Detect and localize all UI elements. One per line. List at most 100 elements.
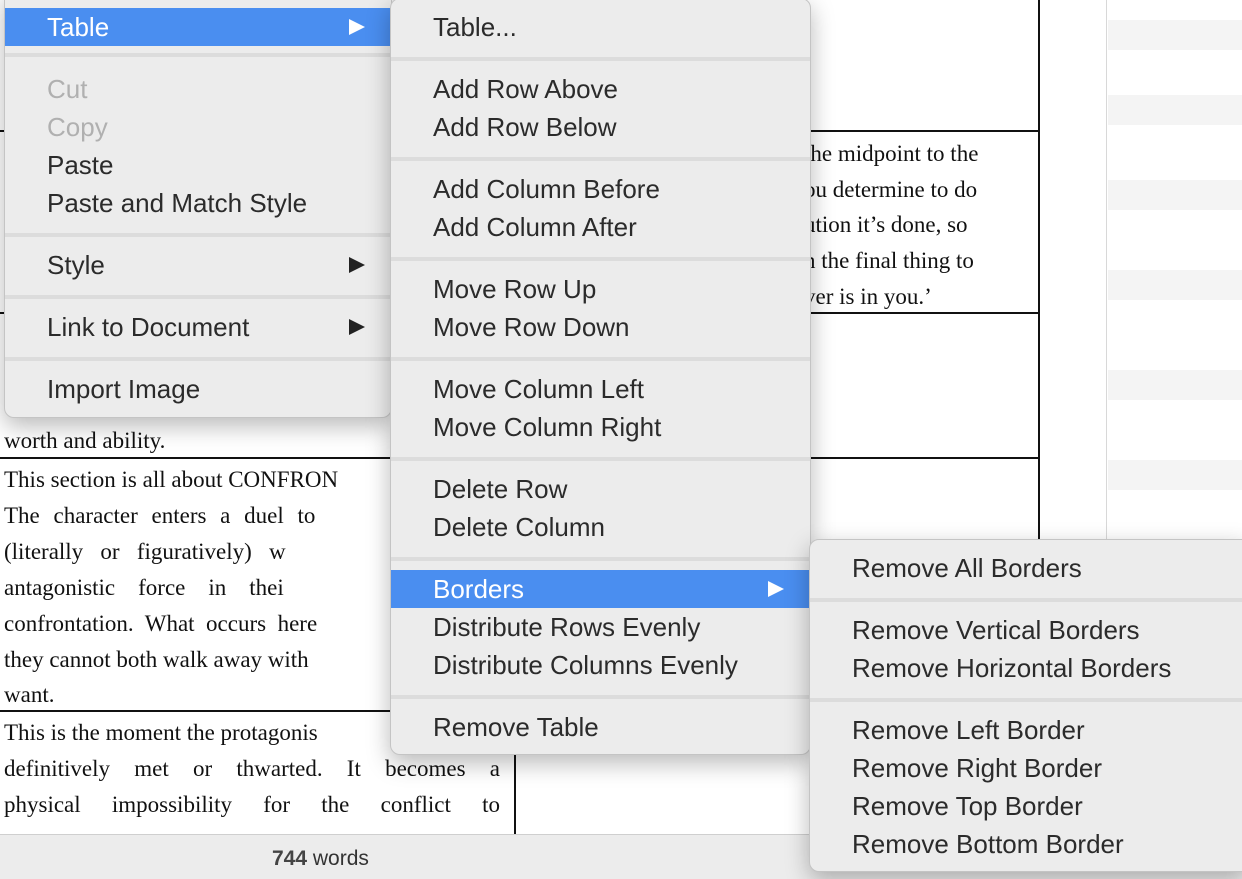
sidebar-row bbox=[1108, 95, 1242, 125]
table-cell-text: worth and ability. bbox=[4, 428, 166, 453]
word-count-label: words bbox=[312, 847, 369, 870]
menu-item-add-column-before[interactable]: Add Column Before bbox=[391, 170, 810, 208]
menu-item-copy[interactable]: Copy bbox=[5, 108, 391, 146]
menu-item-label: Remove All Borders bbox=[852, 553, 1082, 583]
sidebar-row bbox=[1108, 20, 1242, 50]
menu-item-label: Add Row Above bbox=[433, 74, 619, 104]
sidebar-row bbox=[1108, 460, 1242, 490]
table-cell-text: ou determine to do bbox=[804, 177, 978, 202]
sidebar-row bbox=[1108, 270, 1242, 300]
menu-separator bbox=[5, 357, 391, 361]
menu-item-label: Distribute Rows Evenly bbox=[433, 612, 701, 642]
menu-item-label: Remove Right Border bbox=[852, 753, 1102, 783]
menu-item-link-to-document[interactable]: Link to Document bbox=[5, 308, 391, 346]
menu-item-label: Delete Row bbox=[433, 474, 568, 504]
menu-separator bbox=[5, 53, 391, 57]
borders-submenu: Remove All Borders Remove Vertical Borde… bbox=[809, 539, 1242, 872]
menu-item-label: Add Row Below bbox=[433, 112, 617, 142]
menu-item-label: Move Column Left bbox=[433, 374, 644, 404]
menu-item-remove-all-borders[interactable]: Remove All Borders bbox=[810, 549, 1242, 587]
menu-item-move-column-left[interactable]: Move Column Left bbox=[391, 370, 810, 408]
menu-item-label: Table bbox=[47, 12, 110, 42]
table-cell-text: ution it’s done, so bbox=[804, 212, 968, 237]
menu-separator bbox=[810, 698, 1242, 702]
menu-item-remove-right-border[interactable]: Remove Right Border bbox=[810, 749, 1242, 787]
menu-item-label: Cut bbox=[47, 74, 88, 104]
menu-item-label: Paste bbox=[47, 150, 114, 180]
menu-item-remove-bottom-border[interactable]: Remove Bottom Border bbox=[810, 825, 1242, 863]
menu-item-table-options[interactable]: Table... bbox=[391, 8, 810, 46]
menu-item-add-row-above[interactable]: Add Row Above bbox=[391, 70, 810, 108]
menu-item-remove-top-border[interactable]: Remove Top Border bbox=[810, 787, 1242, 825]
menu-separator bbox=[391, 695, 810, 699]
menu-separator bbox=[5, 295, 391, 299]
menu-item-paste-match-style[interactable]: Paste and Match Style bbox=[5, 184, 391, 222]
menu-item-borders[interactable]: Borders bbox=[391, 570, 810, 608]
sidebar-row bbox=[1108, 180, 1242, 210]
menu-item-label: Add Column After bbox=[433, 212, 637, 242]
menu-item-label: Link to Document bbox=[47, 312, 250, 342]
menu-item-label: Distribute Columns Evenly bbox=[433, 650, 738, 680]
submenu-arrow-icon bbox=[768, 581, 784, 597]
menu-item-label: Style bbox=[47, 250, 105, 280]
table-cell-text: definitively met or thwarted. It becomes… bbox=[4, 756, 500, 781]
table-cell-text: physical impossibility for the conflict … bbox=[4, 792, 500, 817]
menu-item-delete-row[interactable]: Delete Row bbox=[391, 470, 810, 508]
table-cell-text: antagonistic force in thei bbox=[4, 575, 284, 600]
word-count: 744 words bbox=[272, 847, 369, 871]
menu-item-paste[interactable]: Paste bbox=[5, 146, 391, 184]
menu-item-add-column-after[interactable]: Add Column After bbox=[391, 208, 810, 246]
menu-item-label: Remove Table bbox=[433, 712, 599, 742]
menu-item-remove-horizontal-borders[interactable]: Remove Horizontal Borders bbox=[810, 649, 1242, 687]
menu-item-label: Move Column Right bbox=[433, 412, 662, 442]
menu-item-label: Remove Top Border bbox=[852, 791, 1083, 821]
menu-item-label: Add Column Before bbox=[433, 174, 660, 204]
menu-item-label: Move Row Down bbox=[433, 312, 630, 342]
menu-item-remove-vertical-borders[interactable]: Remove Vertical Borders bbox=[810, 611, 1242, 649]
menu-item-remove-left-border[interactable]: Remove Left Border bbox=[810, 711, 1242, 749]
menu-item-add-row-below[interactable]: Add Row Below bbox=[391, 108, 810, 146]
menu-separator bbox=[391, 457, 810, 461]
menu-item-move-row-up[interactable]: Move Row Up bbox=[391, 270, 810, 308]
menu-item-delete-column[interactable]: Delete Column bbox=[391, 508, 810, 546]
menu-item-move-column-right[interactable]: Move Column Right bbox=[391, 408, 810, 446]
table-cell-text: n the final thing to bbox=[804, 248, 974, 273]
menu-item-label: Paste and Match Style bbox=[47, 188, 308, 218]
menu-item-label: Move Row Up bbox=[433, 274, 597, 304]
menu-separator bbox=[391, 157, 810, 161]
sidebar-row bbox=[1108, 370, 1242, 400]
menu-separator bbox=[391, 357, 810, 361]
table-cell-text: The character enters a duel to bbox=[4, 503, 316, 528]
menu-item-label: Remove Horizontal Borders bbox=[852, 653, 1172, 683]
menu-separator bbox=[391, 257, 810, 261]
table-cell-text: they cannot both walk away with bbox=[4, 647, 309, 672]
submenu-arrow-icon bbox=[349, 319, 365, 335]
table-cell-text: ver is in you.’ bbox=[804, 284, 932, 309]
menu-item-import-image[interactable]: Import Image bbox=[5, 370, 391, 408]
context-menu: Table Cut Copy Paste Paste and Match Sty… bbox=[4, 0, 392, 418]
table-cell-text: the midpoint to the bbox=[804, 141, 979, 166]
menu-separator bbox=[391, 557, 810, 561]
table-cell-text: confrontation. What occurs here bbox=[4, 611, 318, 636]
menu-item-move-row-down[interactable]: Move Row Down bbox=[391, 308, 810, 346]
menu-item-cut[interactable]: Cut bbox=[5, 70, 391, 108]
menu-item-distribute-rows[interactable]: Distribute Rows Evenly bbox=[391, 608, 810, 646]
table-submenu: Table... Add Row Above Add Row Below Add… bbox=[390, 0, 811, 755]
word-count-value: 744 bbox=[272, 847, 308, 870]
menu-separator bbox=[810, 598, 1242, 602]
menu-separator bbox=[5, 233, 391, 237]
menu-item-label: Copy bbox=[47, 112, 108, 142]
menu-item-label: Borders bbox=[433, 574, 525, 604]
table-cell-text: (literally or figuratively) w bbox=[4, 539, 286, 564]
menu-item-label: Remove Left Border bbox=[852, 715, 1085, 745]
menu-item-label: Remove Vertical Borders bbox=[852, 615, 1140, 645]
menu-item-remove-table[interactable]: Remove Table bbox=[391, 708, 810, 746]
table-cell-text: This section is all about CONFRON bbox=[4, 467, 339, 492]
menu-item-label: Import Image bbox=[47, 374, 201, 404]
menu-item-style[interactable]: Style bbox=[5, 246, 391, 284]
menu-item-distribute-columns[interactable]: Distribute Columns Evenly bbox=[391, 646, 810, 684]
menu-item-table[interactable]: Table bbox=[5, 8, 391, 46]
table-cell-text: want. bbox=[4, 682, 55, 707]
menu-item-label: Remove Bottom Border bbox=[852, 829, 1124, 859]
table-cell-text: This is the moment the protagonis bbox=[4, 720, 318, 745]
